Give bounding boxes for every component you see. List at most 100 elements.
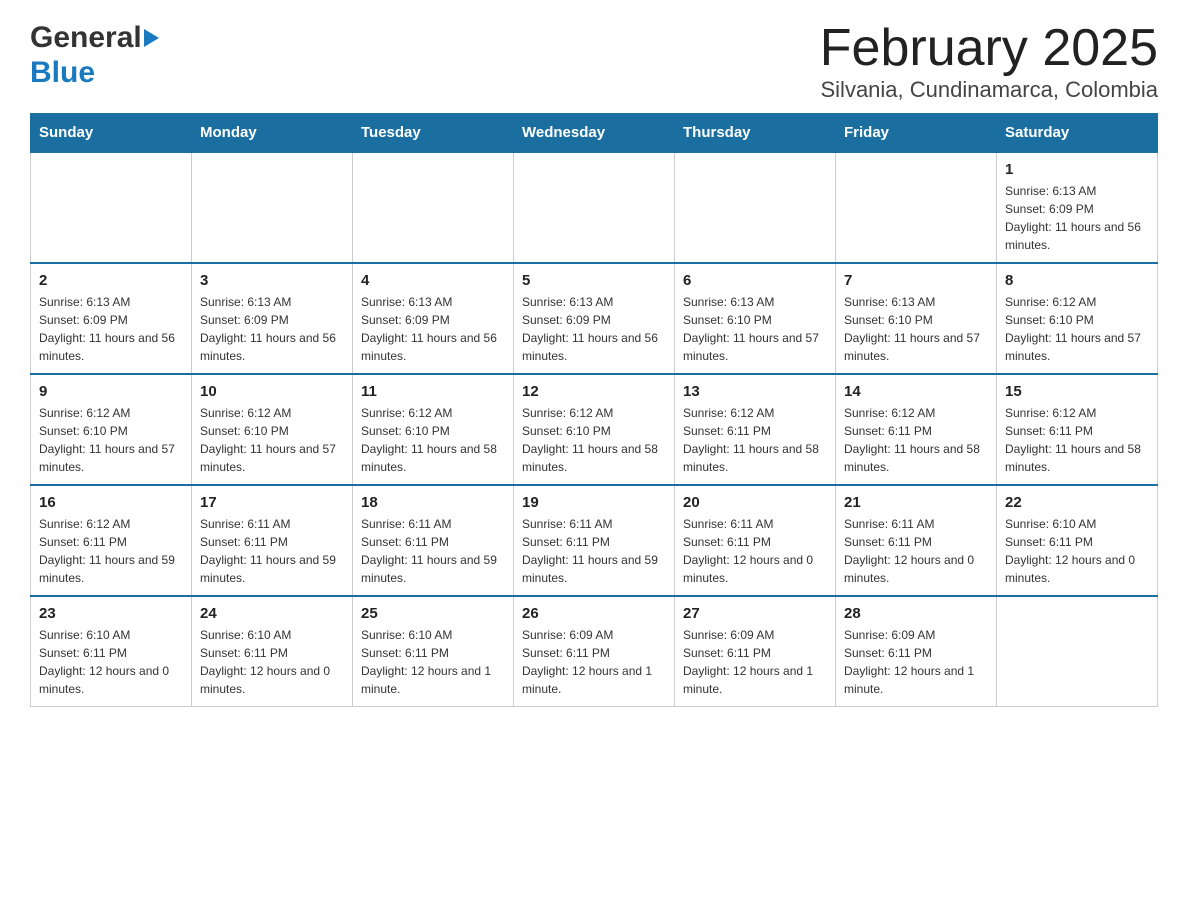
day-info: Sunrise: 6:12 AM Sunset: 6:10 PM Dayligh… [1005,293,1149,365]
calendar-day-cell: 18 Sunrise: 6:11 AM Sunset: 6:11 PM Dayli… [353,485,514,596]
day-info: Sunrise: 6:09 AM Sunset: 6:11 PM Dayligh… [683,626,827,698]
day-number: 25 [361,605,505,622]
calendar-week-row: 9 Sunrise: 6:12 AM Sunset: 6:10 PM Daylig… [31,374,1158,485]
calendar-day-cell: 10Sunrise: 6:12 AM Sunset: 6:10 PM Dayli… [192,374,353,485]
calendar-week-row: 23 Sunrise: 6:10 AM Sunset: 6:11 PM Dayli… [31,596,1158,707]
day-number: 12 [522,383,666,400]
calendar-day-cell: 13 Sunrise: 6:12 AM Sunset: 6:11 PM Dayli… [675,374,836,485]
day-info: Sunrise: 6:13 AM Sunset: 6:09 PM Dayligh… [200,293,344,365]
calendar-day-cell: 20 Sunrise: 6:11 AM Sunset: 6:11 PM Dayli… [675,485,836,596]
day-of-week-header: Wednesday [514,114,675,153]
calendar-day-cell: 1 Sunrise: 6:13 AM Sunset: 6:09 PM Daylig… [997,152,1158,263]
logo-blue-text: Blue [30,56,95,89]
logo-arrow-icon [144,29,159,47]
day-number: 24 [200,605,344,622]
day-info: Sunrise: 6:13 AM Sunset: 6:09 PM Dayligh… [361,293,505,365]
calendar-day-cell: 28 Sunrise: 6:09 AM Sunset: 6:11 PM Dayli… [836,596,997,707]
calendar-day-cell: 14 Sunrise: 6:12 AM Sunset: 6:11 PM Dayli… [836,374,997,485]
calendar-day-cell: 9Sunrise: 6:12 AM Sunset: 6:10 PM Daylig… [31,374,192,485]
calendar-week-row: 16 Sunrise: 6:12 AM Sunset: 6:11 PM Dayli… [31,485,1158,596]
day-info: Sunrise: 6:13 AM Sunset: 6:09 PM Dayligh… [39,293,183,365]
calendar-day-cell: 26 Sunrise: 6:09 AM Sunset: 6:11 PM Dayli… [514,596,675,707]
day-number: 20 [683,494,827,511]
day-info: Sunrise: 6:13 AM Sunset: 6:09 PM Dayligh… [1005,182,1149,254]
day-number: 22 [1005,494,1149,511]
day-info: Sunrise: 6:09 AM Sunset: 6:11 PM Dayligh… [522,626,666,698]
day-number: 17 [200,494,344,511]
day-of-week-header: Monday [192,114,353,153]
day-of-week-header: Thursday [675,114,836,153]
calendar-header: SundayMondayTuesdayWednesdayThursdayFrid… [31,114,1158,153]
calendar-day-cell: 15Sunrise: 6:12 AM Sunset: 6:11 PM Dayli… [997,374,1158,485]
logo: General Blue [30,20,160,90]
calendar-day-cell [192,152,353,263]
day-info: Sunrise: 6:12 AM Sunset: 6:11 PM Dayligh… [39,515,183,587]
calendar-day-cell: 4 Sunrise: 6:13 AM Sunset: 6:09 PM Daylig… [353,263,514,374]
calendar-day-cell [675,152,836,263]
day-info: Sunrise: 6:11 AM Sunset: 6:11 PM Dayligh… [522,515,666,587]
calendar-day-cell: 27Sunrise: 6:09 AM Sunset: 6:11 PM Dayli… [675,596,836,707]
day-number: 13 [683,383,827,400]
day-info: Sunrise: 6:11 AM Sunset: 6:11 PM Dayligh… [683,515,827,587]
calendar-day-cell: 21 Sunrise: 6:11 AM Sunset: 6:11 PM Dayli… [836,485,997,596]
day-info: Sunrise: 6:12 AM Sunset: 6:11 PM Dayligh… [1005,404,1149,476]
day-of-week-header: Saturday [997,114,1158,153]
calendar-day-cell: 2 Sunrise: 6:13 AM Sunset: 6:09 PM Daylig… [31,263,192,374]
page-header: General Blue February 2025 Silvania, Cun… [30,20,1158,103]
calendar-subtitle: Silvania, Cundinamarca, Colombia [820,77,1158,103]
day-number: 23 [39,605,183,622]
days-of-week-row: SundayMondayTuesdayWednesdayThursdayFrid… [31,114,1158,153]
day-number: 2 [39,272,183,289]
day-number: 5 [522,272,666,289]
calendar-week-row: 1 Sunrise: 6:13 AM Sunset: 6:09 PM Daylig… [31,152,1158,263]
calendar-day-cell [997,596,1158,707]
calendar-table: SundayMondayTuesdayWednesdayThursdayFrid… [30,113,1158,707]
day-number: 14 [844,383,988,400]
day-info: Sunrise: 6:12 AM Sunset: 6:11 PM Dayligh… [844,404,988,476]
day-number: 26 [522,605,666,622]
day-info: Sunrise: 6:10 AM Sunset: 6:11 PM Dayligh… [361,626,505,698]
day-number: 7 [844,272,988,289]
calendar-day-cell: 17 Sunrise: 6:11 AM Sunset: 6:11 PM Dayli… [192,485,353,596]
calendar-day-cell: 6Sunrise: 6:13 AM Sunset: 6:10 PM Daylig… [675,263,836,374]
calendar-day-cell: 5 Sunrise: 6:13 AM Sunset: 6:09 PM Daylig… [514,263,675,374]
day-number: 8 [1005,272,1149,289]
calendar-day-cell: 3 Sunrise: 6:13 AM Sunset: 6:09 PM Daylig… [192,263,353,374]
calendar-day-cell [353,152,514,263]
calendar-day-cell: 16 Sunrise: 6:12 AM Sunset: 6:11 PM Dayli… [31,485,192,596]
calendar-day-cell: 25 Sunrise: 6:10 AM Sunset: 6:11 PM Dayli… [353,596,514,707]
day-number: 18 [361,494,505,511]
calendar-day-cell: 19 Sunrise: 6:11 AM Sunset: 6:11 PM Dayli… [514,485,675,596]
calendar-day-cell [514,152,675,263]
calendar-title: February 2025 [820,20,1158,77]
day-info: Sunrise: 6:13 AM Sunset: 6:09 PM Dayligh… [522,293,666,365]
calendar-day-cell [836,152,997,263]
calendar-day-cell: 8 Sunrise: 6:12 AM Sunset: 6:10 PM Daylig… [997,263,1158,374]
day-number: 9 [39,383,183,400]
day-number: 3 [200,272,344,289]
day-number: 10 [200,383,344,400]
day-number: 21 [844,494,988,511]
day-number: 11 [361,383,505,400]
day-info: Sunrise: 6:13 AM Sunset: 6:10 PM Dayligh… [683,293,827,365]
day-info: Sunrise: 6:10 AM Sunset: 6:11 PM Dayligh… [200,626,344,698]
day-info: Sunrise: 6:13 AM Sunset: 6:10 PM Dayligh… [844,293,988,365]
day-number: 1 [1005,161,1149,178]
day-info: Sunrise: 6:11 AM Sunset: 6:11 PM Dayligh… [844,515,988,587]
calendar-day-cell: 7 Sunrise: 6:13 AM Sunset: 6:10 PM Daylig… [836,263,997,374]
calendar-body: 1 Sunrise: 6:13 AM Sunset: 6:09 PM Daylig… [31,152,1158,707]
day-info: Sunrise: 6:11 AM Sunset: 6:11 PM Dayligh… [200,515,344,587]
day-info: Sunrise: 6:12 AM Sunset: 6:11 PM Dayligh… [683,404,827,476]
day-info: Sunrise: 6:09 AM Sunset: 6:11 PM Dayligh… [844,626,988,698]
day-info: Sunrise: 6:11 AM Sunset: 6:11 PM Dayligh… [361,515,505,587]
day-info: Sunrise: 6:12 AM Sunset: 6:10 PM Dayligh… [361,404,505,476]
day-number: 28 [844,605,988,622]
day-info: Sunrise: 6:10 AM Sunset: 6:11 PM Dayligh… [1005,515,1149,587]
title-block: February 2025 Silvania, Cundinamarca, Co… [820,20,1158,103]
day-number: 19 [522,494,666,511]
day-number: 4 [361,272,505,289]
day-number: 16 [39,494,183,511]
calendar-day-cell: 22 Sunrise: 6:10 AM Sunset: 6:11 PM Dayli… [997,485,1158,596]
day-info: Sunrise: 6:10 AM Sunset: 6:11 PM Dayligh… [39,626,183,698]
day-info: Sunrise: 6:12 AM Sunset: 6:10 PM Dayligh… [522,404,666,476]
